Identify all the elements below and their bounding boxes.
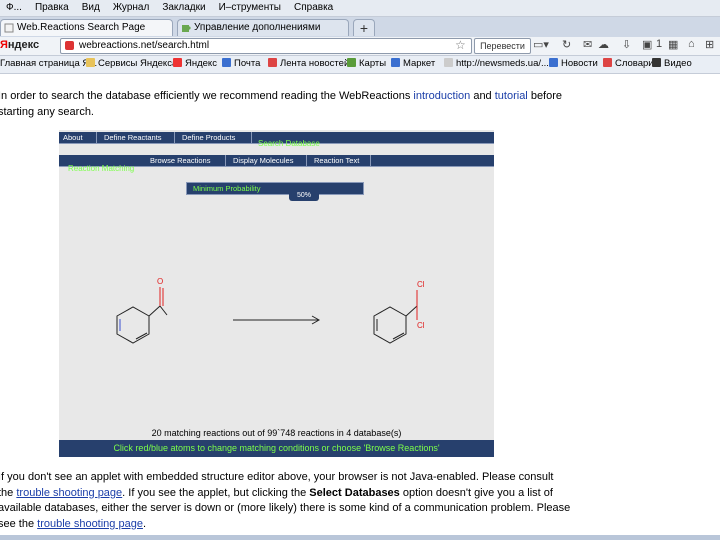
reaction-applet[interactable]: About Define Reactants Define Products S… — [59, 130, 494, 457]
menu-bookmarks[interactable]: Закладки — [156, 0, 212, 13]
probability-label: Minimum Probability — [193, 184, 261, 193]
chlorine-atom-label[interactable]: Cl — [417, 280, 425, 289]
bookmark-item[interactable]: http://newsmeds.ua/... — [444, 58, 549, 69]
menu-file[interactable]: Ф... — [0, 0, 29, 13]
bookmark-item[interactable]: Главная страница Я... — [0, 58, 97, 69]
page-icon — [444, 58, 453, 67]
menu-tools[interactable]: И–струменты — [213, 0, 288, 13]
bookmark-item[interactable]: Лента новостей — [268, 58, 349, 69]
help-line-2: the trouble shooting page. If you see th… — [0, 486, 553, 499]
news-icon — [268, 58, 277, 67]
display-molecules-tab[interactable]: Display Molecules — [229, 155, 307, 166]
probability-value[interactable]: 50% — [289, 191, 319, 201]
url-text: webreactions.net/search.html — [79, 40, 210, 51]
notifications-icon[interactable]: ▣ — [642, 38, 652, 51]
product-molecule[interactable] — [373, 290, 418, 344]
tab-addons[interactable]: Управление дополнениями — [177, 19, 349, 36]
oxygen-atom-label[interactable]: O — [157, 277, 163, 286]
bookmark-item[interactable]: Яндекс — [173, 58, 217, 69]
puzzle-icon — [182, 25, 191, 32]
mail-icon — [222, 58, 231, 67]
mail-icon[interactable]: ✉ — [583, 38, 592, 51]
menu-bar: Ф... Правка Вид Журнал Закладки И–струменты Сп… — [0, 0, 720, 17]
weather-icon[interactable]: ☁ — [598, 38, 609, 51]
status-strip — [0, 535, 720, 540]
menu-history[interactable]: Журнал — [107, 0, 157, 13]
bookmarks-bar: Главная страница Я... Сервисы Яндекса Ян… — [0, 56, 720, 74]
navigation-bar: Яндекс webreactions.net/search.html ☆ Пе… — [0, 37, 720, 56]
maps-icon — [347, 58, 356, 67]
reactant-molecule[interactable] — [116, 287, 168, 344]
address-bar[interactable]: webreactions.net/search.html — [60, 38, 472, 54]
bookmark-item[interactable]: Карты — [347, 58, 386, 69]
new-tab-button[interactable]: + — [353, 19, 375, 36]
market-icon — [391, 58, 400, 67]
reader-icon[interactable]: ▭▾ — [533, 38, 549, 51]
reaction-text-tab[interactable]: Reaction Text — [310, 155, 371, 166]
bookmark-star-icon[interactable]: ☆ — [455, 38, 466, 52]
addon-icon[interactable]: ▦ — [668, 38, 678, 51]
tab-webreactions[interactable]: Web.Reactions Search Page — [0, 19, 173, 36]
trouble-shooting-link[interactable]: trouble shooting page — [16, 487, 122, 499]
page-favicon-icon — [4, 23, 14, 33]
reaction-matching-tab[interactable]: Reaction Matching — [68, 164, 134, 173]
browse-reactions-tab[interactable]: Browse Reactions — [146, 155, 226, 166]
folder-icon — [86, 58, 95, 67]
notification-count: 1 — [656, 38, 663, 50]
intro-paragraph: In order to search the database efficien… — [0, 89, 720, 120]
match-count-status: 20 matching reactions out of 99`748 reac… — [151, 428, 402, 438]
translate-button[interactable]: Перевести — [474, 38, 531, 54]
help-line-1: If you don't see an applet with embedded… — [0, 471, 554, 483]
home-icon[interactable]: ⌂ — [688, 38, 695, 50]
define-products-tab[interactable]: Define Products — [178, 132, 252, 143]
download-icon[interactable]: ⇩ — [622, 38, 631, 51]
bookmark-item[interactable]: Сервисы Яндекса — [86, 58, 177, 69]
search-database-tab[interactable]: Search Database — [258, 139, 320, 148]
reaction-arrow — [233, 315, 321, 325]
help-line-4: see the trouble shooting page. — [0, 517, 147, 530]
help-line-3: available databases, either the server i… — [0, 502, 571, 514]
site-favicon-icon — [65, 41, 74, 50]
bookmark-item[interactable]: Словари — [603, 58, 654, 69]
dictionary-icon — [603, 58, 612, 67]
menu-view[interactable]: Вид — [76, 0, 107, 13]
intro-line-1: In order to search the database efficien… — [0, 90, 563, 102]
tutorial-link[interactable]: tutorial — [495, 90, 528, 102]
reload-icon[interactable]: ↻ — [562, 38, 571, 51]
probability-slider[interactable]: Minimum Probability — [186, 182, 364, 195]
yandex-icon — [173, 58, 182, 67]
reaction-drawing[interactable]: O Cl Cl — [59, 270, 494, 360]
applet-hint-bar: Click red/blue atoms to change matching … — [59, 440, 494, 457]
trouble-shooting-link[interactable]: trouble shooting page — [37, 518, 143, 530]
define-reactants-tab[interactable]: Define Reactants — [100, 132, 175, 143]
menu-icon[interactable]: ⊞ — [705, 38, 714, 51]
java-help-paragraph: If you don't see an applet with embedded… — [0, 470, 720, 532]
tab-label: Web.Reactions Search Page — [17, 22, 146, 33]
bookmark-item[interactable]: Почта — [222, 58, 260, 69]
menu-help[interactable]: Справка — [288, 0, 340, 13]
news-icon — [549, 58, 558, 67]
tab-label: Управление дополнениями — [194, 22, 321, 33]
menu-edit[interactable]: Правка — [29, 0, 76, 13]
video-icon — [652, 58, 661, 67]
intro-line-2: starting any search. — [0, 105, 94, 118]
bookmark-item[interactable]: Новости — [549, 58, 598, 69]
bookmark-item[interactable]: Видео — [652, 58, 692, 69]
tab-bar: Web.Reactions Search Page Управление доп… — [0, 17, 720, 38]
introduction-link[interactable]: introduction — [413, 90, 470, 102]
chlorine-atom-label[interactable]: Cl — [417, 321, 425, 330]
about-tab[interactable]: About — [59, 132, 97, 143]
yandex-logo[interactable]: Яндекс — [0, 39, 39, 51]
bookmark-item[interactable]: Маркет — [391, 58, 435, 69]
